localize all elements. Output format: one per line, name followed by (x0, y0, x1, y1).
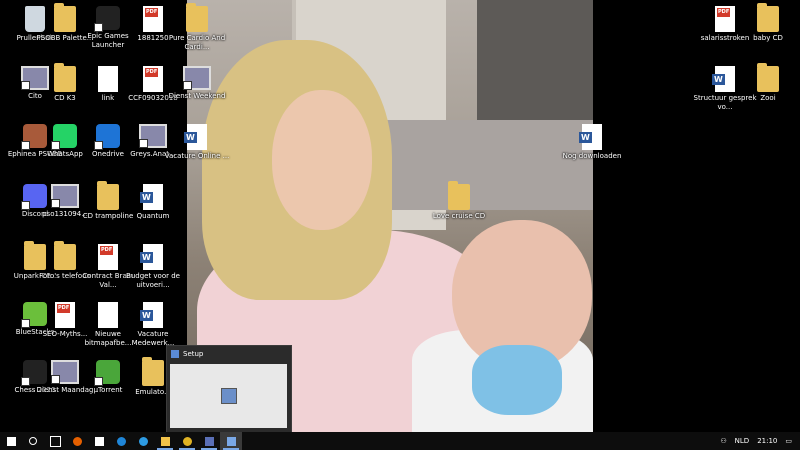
word-icon (579, 124, 602, 150)
shortcut-arrow-icon (139, 139, 148, 148)
desktop-icon-label: Nog downloaden (562, 152, 622, 160)
chrome-icon (182, 436, 192, 446)
installer-icon (220, 388, 237, 404)
setup-icon (226, 436, 236, 446)
firefox-button[interactable] (66, 432, 88, 450)
shortcut-arrow-icon (51, 199, 60, 208)
word-icon (140, 302, 163, 328)
app-icon (94, 360, 120, 386)
shortcut-arrow-icon (94, 377, 103, 386)
taskbar-thumbnail-preview[interactable]: Setup (166, 345, 292, 432)
start-button[interactable] (0, 432, 22, 450)
action-center-icon[interactable]: ▭ (785, 437, 792, 445)
setup-icon (171, 350, 179, 358)
people-icon[interactable]: ⚇ (720, 437, 726, 445)
folder-icon (448, 181, 470, 210)
shortcut-arrow-icon (21, 81, 30, 90)
shortcut-arrow-icon (94, 23, 103, 32)
explorer-button[interactable] (154, 432, 176, 450)
shortcut-arrow-icon (183, 81, 192, 90)
shortcut-arrow-icon (21, 201, 30, 210)
desktop-icon[interactable]: Nog downloaden (557, 122, 627, 182)
preview-title: Setup (171, 350, 203, 358)
desktop-icon-label: Budget voor de uitvoeri... (126, 272, 180, 289)
pdf-icon (55, 302, 75, 328)
desktop-icon-label: Pure Cardio And Cardi... (168, 34, 226, 51)
img-icon (183, 66, 211, 90)
edge-icon (116, 436, 126, 446)
edge-icon (138, 436, 148, 446)
pdf-icon (98, 244, 118, 270)
windows-icon (6, 436, 16, 446)
pdf-icon (143, 6, 163, 32)
word-icon (184, 124, 207, 150)
desktop-icon-label: Dienst Weekend (168, 92, 226, 100)
folder-icon (160, 436, 170, 446)
window-icon (204, 436, 214, 446)
task-view-button[interactable] (44, 432, 66, 450)
doc-icon (98, 66, 118, 92)
taskbar: ⚇ NLD 21:10 ▭ (0, 432, 800, 450)
desktop-icon[interactable]: Zooi (733, 63, 800, 124)
language-indicator[interactable]: NLD (735, 437, 750, 445)
firefox-icon (72, 436, 82, 446)
word-icon (140, 244, 163, 270)
desktop-icon[interactable]: Love cruise CD (424, 181, 494, 242)
desktop-icon[interactable]: Budget voor de uitvoeri... (118, 242, 188, 302)
shortcut-arrow-icon (21, 141, 30, 150)
desktop-icon-label: Vacature Online ... (164, 152, 230, 160)
shortcut-arrow-icon (94, 141, 103, 150)
desktop-icon-label: Quantum (136, 212, 170, 220)
search-icon (29, 437, 37, 445)
word-icon (712, 66, 735, 92)
store-icon (94, 436, 104, 446)
doc-icon (98, 302, 118, 328)
preview-title-label: Setup (183, 350, 204, 358)
desktop-icon[interactable]: Pure Cardio And Cardi... (162, 3, 232, 64)
setup-button[interactable] (220, 432, 242, 450)
desktop-icon-label: Love cruise CD (432, 212, 486, 220)
clock[interactable]: 21:10 (757, 437, 777, 445)
system-tray: ⚇ NLD 21:10 ▭ (720, 432, 800, 450)
app-icon (94, 6, 120, 32)
pdf-icon (715, 6, 735, 32)
folder-icon (757, 3, 779, 32)
preview-thumbnail[interactable] (170, 364, 287, 428)
search-button[interactable] (22, 432, 44, 450)
desktop-icon[interactable]: Dienst Weekend (162, 64, 232, 124)
desktop-icon-label: Zooi (760, 94, 776, 102)
edge-button[interactable] (110, 432, 132, 450)
folder-icon (757, 63, 779, 92)
pdf-icon (143, 66, 163, 92)
shortcut-arrow-icon (21, 377, 30, 386)
desktop: Prullenbak PSOBB Palette... Epic Games Lau… (0, 0, 800, 432)
app-icon (94, 124, 120, 150)
desktop-icon-label: baby CD (753, 34, 783, 42)
store-button[interactable] (88, 432, 110, 450)
desktop-icon[interactable]: Vacature Online ... (162, 122, 232, 182)
folder-icon (186, 3, 208, 32)
folder-icon (142, 357, 164, 386)
shortcut-arrow-icon (51, 141, 60, 150)
chrome-button[interactable] (176, 432, 198, 450)
shortcut-arrow-icon (51, 375, 60, 384)
folder-icon (97, 181, 119, 210)
task-view-icon (49, 435, 61, 447)
edge-alt-button[interactable] (132, 432, 154, 450)
app-button[interactable] (198, 432, 220, 450)
desktop-icon[interactable]: Quantum (118, 182, 188, 242)
desktop-icon[interactable]: baby CD (733, 3, 800, 64)
word-icon (140, 184, 163, 210)
shortcut-arrow-icon (21, 319, 30, 328)
